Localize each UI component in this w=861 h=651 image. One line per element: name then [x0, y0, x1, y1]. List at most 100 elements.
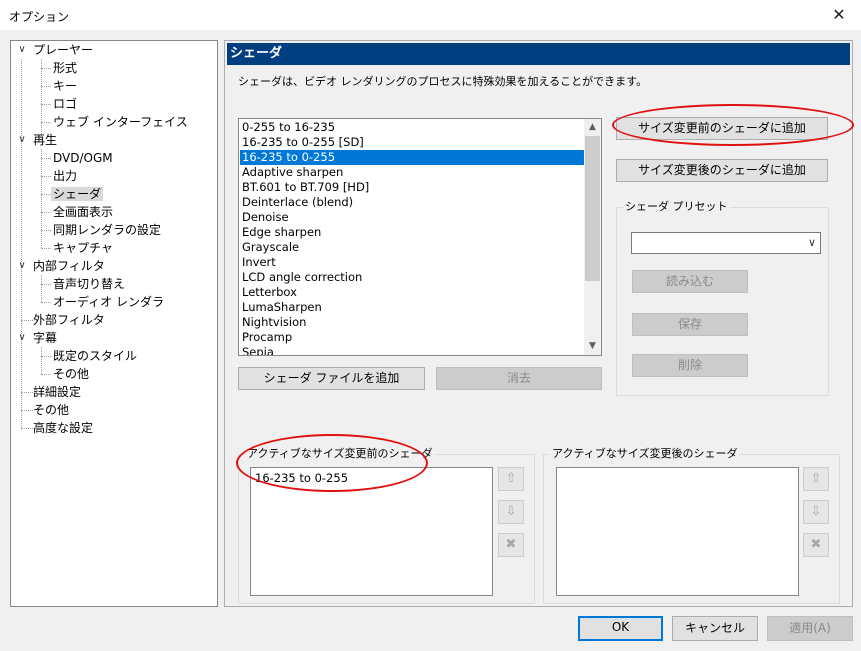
active-pre-resize-label: アクティブなサイズ変更前のシェーダ	[245, 447, 435, 461]
tree-item-player[interactable]: ∨ プレーヤー	[11, 41, 211, 59]
tree-item-misc[interactable]: その他	[33, 401, 69, 419]
tree-item-label: 音声切り替え	[53, 277, 126, 291]
shader-list-item[interactable]: Nightvision	[240, 315, 585, 330]
page-title: シェーダ	[227, 43, 850, 65]
tree-line	[41, 158, 51, 159]
tree-line	[41, 212, 51, 213]
tree-item-label: プレーヤー	[33, 43, 94, 57]
tree-line	[41, 302, 51, 303]
shader-list-item[interactable]: Procamp	[240, 330, 585, 345]
tree-item-format[interactable]: 形式	[53, 59, 77, 77]
tree-line	[41, 68, 51, 69]
shader-list-item[interactable]: LCD angle correction	[240, 270, 585, 285]
tree-line	[21, 59, 22, 428]
shader-list[interactable]: 0-255 to 16-235 16-235 to 0-255 [SD] 16-23…	[238, 118, 602, 356]
tree-item-output[interactable]: 出力	[53, 167, 77, 185]
add-shader-file-button[interactable]: シェーダ ファイルを追加	[238, 367, 425, 390]
shader-list-item[interactable]: 16-235 to 0-255 [SD]	[240, 135, 585, 150]
tree-item-subtitles[interactable]: ∨ 字幕	[11, 329, 211, 347]
tree-item-audio-renderer[interactable]: オーディオ レンダラ	[53, 293, 164, 311]
active-post-resize-list[interactable]	[556, 467, 799, 596]
tree-line	[21, 392, 33, 393]
shader-list-item[interactable]: Deinterlace (blend)	[240, 195, 585, 210]
remove-shader-button[interactable]: 消去	[436, 367, 602, 390]
tree-item-label: キー	[53, 79, 78, 93]
tree-item-label: 全画面表示	[53, 205, 114, 219]
tree-item-label: 外部フィルタ	[33, 313, 105, 327]
tree-item-label: その他	[33, 403, 70, 417]
tree-item-web-interface[interactable]: ウェブ インターフェイス	[53, 113, 188, 131]
scroll-up-icon[interactable]: ▲	[584, 119, 601, 136]
active-post-resize-group: アクティブなサイズ変更後のシェーダ ⇧ ⇩ ✖	[543, 447, 840, 604]
scroll-down-icon[interactable]: ▼	[584, 338, 601, 355]
tree-line	[41, 248, 51, 249]
tree-item-label: キャプチャ	[53, 241, 113, 255]
active-pre-resize-list[interactable]: 16-235 to 0-255	[250, 467, 493, 596]
shader-list-items: 0-255 to 16-235 16-235 to 0-255 [SD] 16-23…	[240, 120, 585, 355]
tree-item-internal-filters[interactable]: ∨ 内部フィルタ	[11, 257, 211, 275]
tree-item-capture[interactable]: キャプチャ	[53, 239, 113, 257]
close-icon[interactable]: ✕	[821, 0, 857, 30]
tree-item-logo[interactable]: ロゴ	[53, 95, 77, 113]
apply-button[interactable]: 適用(A)	[767, 616, 853, 641]
tree-item-shaders[interactable]: シェーダ	[51, 185, 104, 203]
add-post-resize-button[interactable]: サイズ変更後のシェーダに追加	[616, 159, 828, 182]
shader-list-item[interactable]: 0-255 to 16-235	[240, 120, 585, 135]
tree-item-playback[interactable]: ∨ 再生	[11, 131, 211, 149]
add-pre-resize-button[interactable]: サイズ変更前のシェーダに追加	[616, 117, 828, 140]
tree-item-default-style[interactable]: 既定のスタイル	[53, 347, 137, 365]
shader-list-item[interactable]: Adaptive sharpen	[240, 165, 585, 180]
tree-item-advanced[interactable]: 高度な設定	[33, 419, 93, 437]
shader-preset-label: シェーダ プリセット	[623, 200, 730, 214]
shader-list-item[interactable]: LumaSharpen	[240, 300, 585, 315]
tree-line	[41, 194, 51, 195]
tree-line	[41, 356, 51, 357]
chevron-down-icon[interactable]: ∨	[17, 329, 27, 347]
tree-line	[41, 176, 51, 177]
options-tree: ∨ プレーヤー 形式 キー ロゴ ウェブ インターフェイス ∨ 再生 DVD/O…	[10, 40, 218, 607]
delete-preset-button[interactable]: 削除	[632, 354, 748, 377]
tree-item-fullscreen[interactable]: 全画面表示	[53, 203, 113, 221]
tree-item-label: 詳細設定	[33, 385, 82, 399]
tree-item-keys[interactable]: キー	[53, 77, 77, 95]
save-preset-button[interactable]: 保存	[632, 313, 748, 336]
tree-item-dvd-ogm[interactable]: DVD/OGM	[53, 149, 113, 167]
tree-line	[41, 86, 51, 87]
tree-item-advanced-settings[interactable]: 詳細設定	[33, 383, 81, 401]
chevron-down-icon[interactable]: ∨	[17, 41, 27, 59]
load-preset-button[interactable]: 読み込む	[632, 270, 748, 293]
panel-description: シェーダは、ビデオ レンダリングのプロセスに特殊効果を加えることができます。	[238, 75, 648, 88]
tree-item-label: 高度な設定	[33, 421, 94, 435]
ok-button[interactable]: OK	[578, 616, 663, 641]
cancel-button[interactable]: キャンセル	[672, 616, 758, 641]
shader-list-item[interactable]: Sepia	[240, 345, 585, 355]
shader-list-item[interactable]: Letterbox	[240, 285, 585, 300]
tree-line	[21, 428, 33, 429]
scrollbar-thumb[interactable]	[585, 136, 600, 281]
chevron-down-icon[interactable]: ∨	[808, 236, 816, 249]
tree-item-external-filters[interactable]: 外部フィルタ	[33, 311, 105, 329]
chevron-down-icon[interactable]: ∨	[17, 257, 27, 275]
list-item[interactable]: 16-235 to 0-255	[255, 471, 348, 485]
tree-item-label: 内部フィルタ	[33, 259, 105, 273]
shader-list-scrollbar[interactable]: ▲ ▼	[584, 119, 601, 355]
shader-list-item[interactable]: Denoise	[240, 210, 585, 225]
remove-x-icon: ✖	[498, 533, 524, 557]
tree-item-sync-renderer[interactable]: 同期レンダラの設定	[53, 221, 161, 239]
tree-item-audio-switcher[interactable]: 音声切り替え	[53, 275, 125, 293]
shader-preset-group: シェーダ プリセット ∨ 読み込む 保存 削除	[616, 200, 829, 396]
shader-list-item[interactable]: 16-235 to 0-255	[240, 150, 585, 165]
shader-list-item[interactable]: Edge sharpen	[240, 225, 585, 240]
move-down-icon: ⇩	[803, 500, 829, 524]
tree-item-label: ウェブ インターフェイス	[53, 115, 188, 129]
shader-preset-select[interactable]: ∨	[631, 232, 821, 254]
shader-list-item[interactable]: Grayscale	[240, 240, 585, 255]
tree-item-subtitles-misc[interactable]: その他	[53, 365, 89, 383]
shader-list-item[interactable]: Invert	[240, 255, 585, 270]
tree-item-label: 出力	[53, 169, 78, 183]
active-post-resize-label: アクティブなサイズ変更後のシェーダ	[550, 447, 740, 461]
tree-item-label: その他	[53, 367, 90, 381]
shader-list-item[interactable]: BT.601 to BT.709 [HD]	[240, 180, 585, 195]
tree-line	[41, 230, 51, 231]
chevron-down-icon[interactable]: ∨	[17, 131, 27, 149]
